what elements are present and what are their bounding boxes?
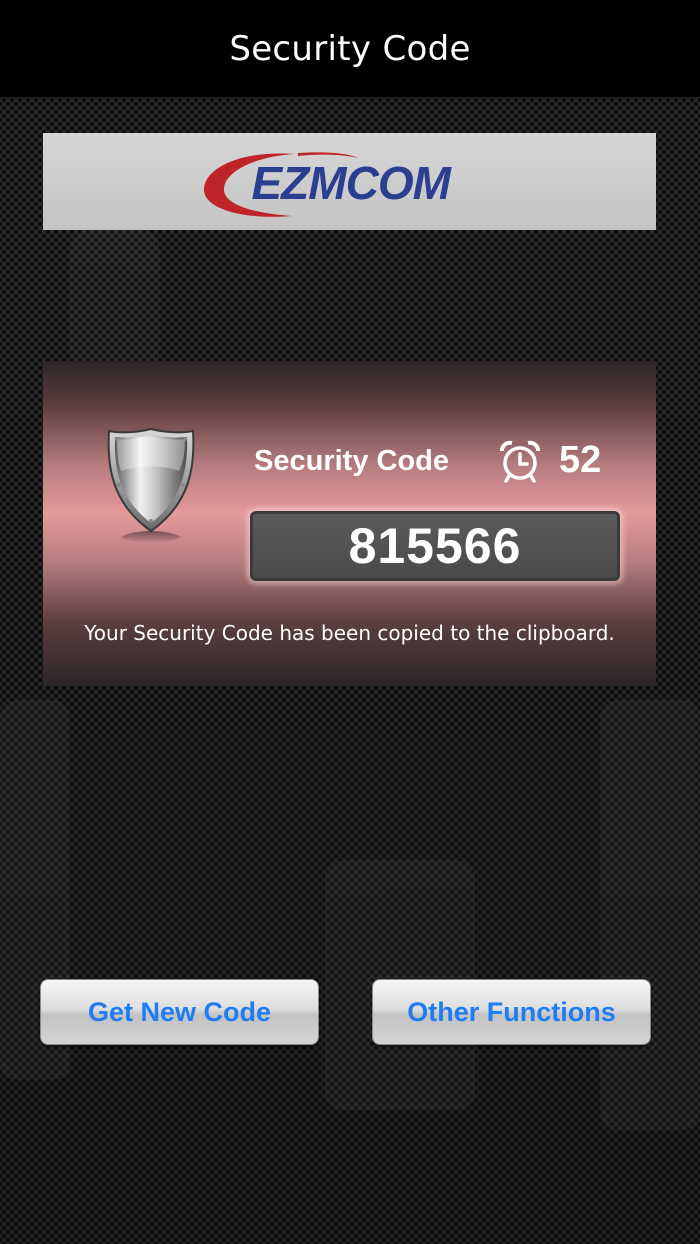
other-functions-label: Other Functions: [407, 996, 616, 1027]
background-shape: [70, 230, 160, 370]
ezmcom-logo: EZMCOM: [200, 142, 500, 222]
logo-text: EZMCOM: [251, 156, 451, 209]
shield-icon: [107, 427, 195, 543]
logo-banner: EZMCOM: [43, 133, 656, 230]
security-code-value: 815566: [348, 518, 522, 574]
navigation-bar: Security Code: [0, 0, 700, 97]
security-code-panel: Security Code 52 815566 Your Security Co…: [43, 361, 656, 686]
background-shape: [600, 700, 700, 1130]
security-code-label: Security Code: [254, 445, 449, 477]
alarm-clock-icon: [500, 440, 540, 483]
security-code-box[interactable]: 815566: [250, 511, 620, 581]
countdown-timer: 52: [559, 439, 602, 481]
other-functions-button[interactable]: Other Functions: [372, 979, 651, 1045]
get-new-code-button[interactable]: Get New Code: [40, 979, 319, 1045]
get-new-code-label: Get New Code: [87, 996, 272, 1027]
clipboard-status-message: Your Security Code has been copied to th…: [84, 621, 615, 645]
page-title: Security Code: [229, 28, 471, 69]
